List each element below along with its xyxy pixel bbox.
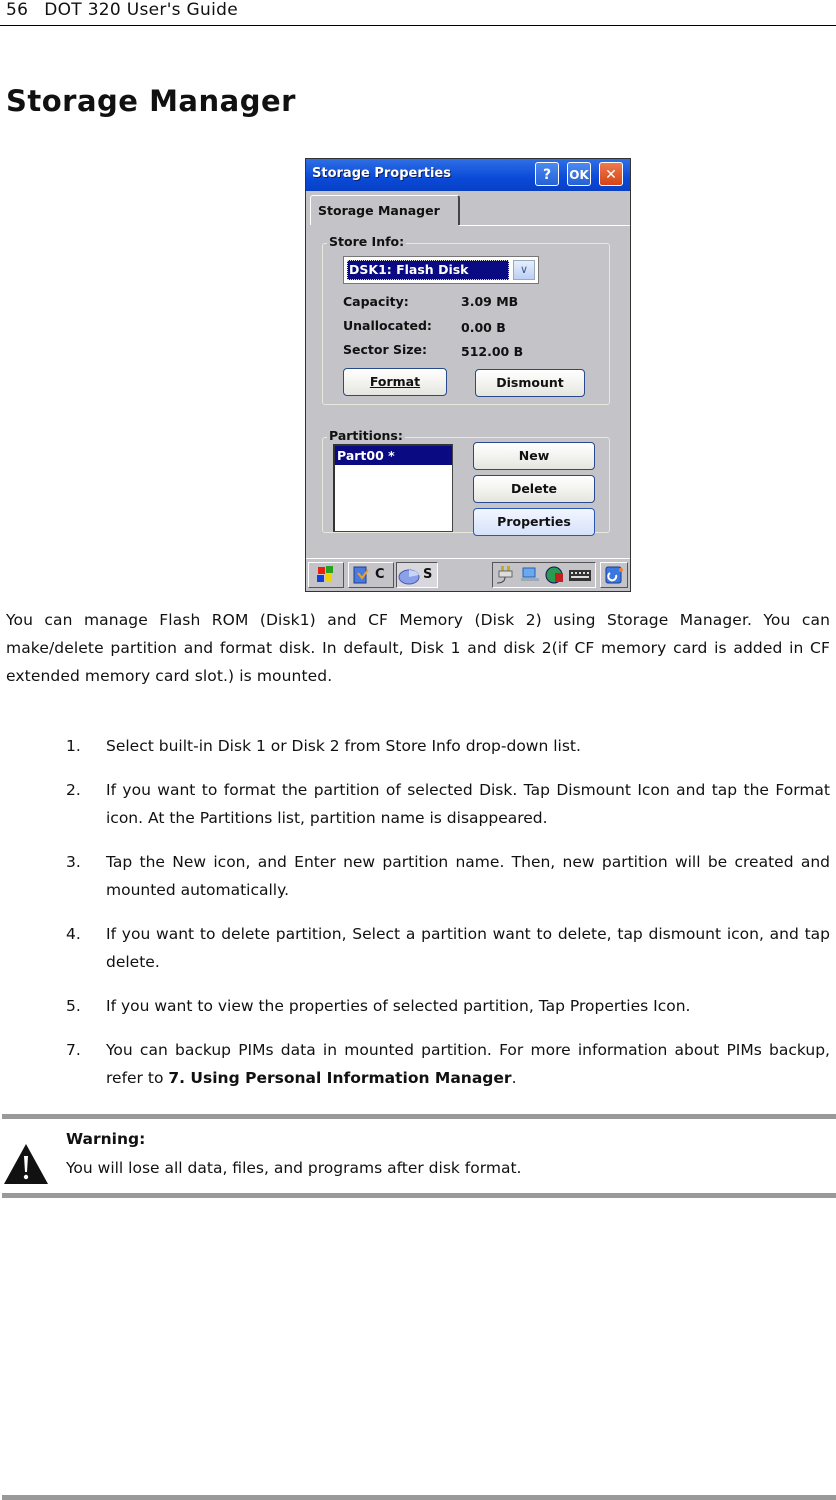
step-text: Tap the New icon, and Enter new partitio… xyxy=(106,853,830,899)
partition-item[interactable]: Part00 * xyxy=(335,446,452,465)
partitions-group: Partitions: Part00 * New Delete Properti… xyxy=(322,428,610,536)
intro-paragraph: You can manage Flash ROM (Disk1) and CF … xyxy=(6,611,830,685)
storage-properties-window: Storage Properties ? OK ✕ Storage Manage… xyxy=(305,158,631,592)
ok-button[interactable]: OK xyxy=(567,162,591,186)
section-title: Storage Manager xyxy=(6,84,296,118)
system-tray xyxy=(492,562,596,588)
capacity-label: Capacity: xyxy=(343,294,409,309)
properties-button[interactable]: Properties xyxy=(473,508,595,536)
desktop-button[interactable] xyxy=(600,562,628,588)
connection-globe-icon[interactable] xyxy=(543,563,567,587)
help-button[interactable]: ? xyxy=(535,162,559,186)
running-header: 56 DOT 320 User's Guide xyxy=(6,0,238,20)
capacity-value: 3.09 MB xyxy=(461,294,519,309)
window-title: Storage Properties xyxy=(312,166,451,181)
taskbar: C S xyxy=(306,558,630,591)
format-button[interactable]: Format xyxy=(343,368,447,396)
new-button-label: New xyxy=(518,448,550,463)
power-plug-icon[interactable] xyxy=(495,563,519,587)
tab-storage-manager[interactable]: Storage Manager xyxy=(310,195,460,225)
warning-title: Warning: xyxy=(66,1130,146,1148)
header-rule xyxy=(0,25,836,26)
guide-title: DOT 320 User's Guide xyxy=(44,0,238,20)
dismount-button-label: Dismount xyxy=(496,375,564,390)
storage-disk-icon xyxy=(398,569,420,585)
partitions-label: Partitions: xyxy=(327,428,405,443)
step-number: 1. xyxy=(66,737,81,755)
step-text-suffix: . xyxy=(511,1069,517,1087)
format-button-label: Format xyxy=(369,374,421,389)
keyboard-icon[interactable] xyxy=(567,563,593,587)
partitions-list[interactable]: Part00 * xyxy=(333,444,453,532)
taskbar-app-s[interactable]: S xyxy=(396,562,438,588)
sector-size-value: 512.00 B xyxy=(461,344,524,359)
cross-reference-link[interactable]: 7. Using Personal Information Manager xyxy=(168,1069,511,1087)
tab-strip: Storage Manager xyxy=(306,191,630,227)
store-info-group: Store Info: DSK1: Flash Disk ∨ Capacity:… xyxy=(322,234,610,405)
step-text: If you want to format the partition of s… xyxy=(106,781,830,827)
close-button[interactable]: ✕ xyxy=(599,162,623,186)
delete-button-label: Delete xyxy=(510,481,558,496)
step-text: You can backup PIMs data in mounted part… xyxy=(106,1036,830,1092)
page-number: 56 xyxy=(6,0,29,20)
warning-icon xyxy=(4,1144,48,1184)
new-button[interactable]: New xyxy=(473,442,595,470)
footer-rule xyxy=(2,1495,836,1500)
taskbar-app-c[interactable]: C xyxy=(348,562,394,588)
step-text: If you want to view the properties of se… xyxy=(106,997,691,1015)
tab-line xyxy=(459,225,630,226)
tab-label: Storage Manager xyxy=(318,203,440,218)
disk-dropdown[interactable]: DSK1: Flash Disk ∨ xyxy=(343,256,539,284)
step-number: 3. xyxy=(66,853,81,871)
step-number: 5. xyxy=(66,997,81,1015)
delete-button[interactable]: Delete xyxy=(473,475,595,503)
network-icon[interactable] xyxy=(519,563,543,587)
step-text: If you want to delete partition, Select … xyxy=(106,925,830,971)
warning-text: You will lose all data, files, and progr… xyxy=(66,1159,522,1177)
windows-logo-icon xyxy=(317,566,333,582)
sector-size-label: Sector Size: xyxy=(343,342,428,357)
unallocated-value: 0.00 B xyxy=(461,320,506,335)
step-number: 4. xyxy=(66,925,81,943)
warning-bottom-rule xyxy=(2,1193,836,1198)
step-text: Select built-in Disk 1 or Disk 2 from St… xyxy=(106,737,581,755)
properties-button-label: Properties xyxy=(497,514,571,529)
taskbar-app-s-label: S xyxy=(423,567,433,582)
unallocated-label: Unallocated: xyxy=(343,318,432,333)
taskbar-app-c-label: C xyxy=(375,567,385,582)
disk-dropdown-value: DSK1: Flash Disk xyxy=(347,260,509,280)
dismount-button[interactable]: Dismount xyxy=(475,369,585,397)
step-number: 2. xyxy=(66,781,81,799)
start-button[interactable] xyxy=(308,562,344,588)
warning-top-rule xyxy=(2,1114,836,1119)
step-number: 7. xyxy=(66,1041,81,1059)
store-info-label: Store Info: xyxy=(327,234,407,249)
desktop-icon xyxy=(605,566,623,584)
control-panel-icon xyxy=(353,566,369,584)
chevron-down-icon[interactable]: ∨ xyxy=(513,260,535,280)
window-titlebar: Storage Properties ? OK ✕ xyxy=(306,159,630,191)
